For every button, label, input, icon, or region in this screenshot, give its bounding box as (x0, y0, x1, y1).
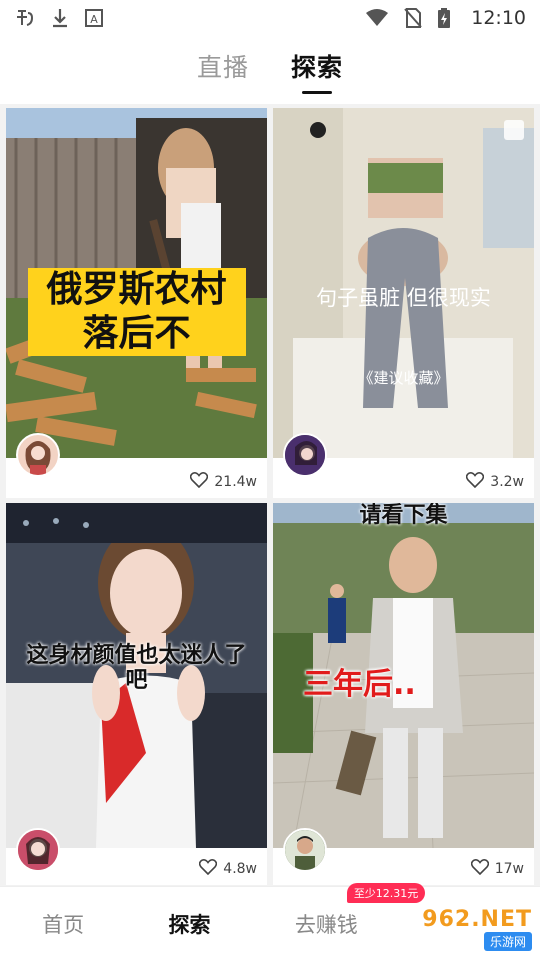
video-caption: 三年后.. (303, 667, 416, 702)
avatar[interactable] (16, 433, 60, 477)
video-card[interactable]: 这身材颜值也太迷人了吧 4.8w (6, 503, 267, 885)
video-thumbnail: 句子虽脏 但很现实 《建议收藏》 (273, 108, 534, 458)
heart-icon (466, 472, 485, 492)
video-subcaption: 《建议收藏》 (358, 369, 449, 387)
watermark-bottom-text: 乐游网 (483, 932, 532, 951)
wifi-icon (365, 8, 389, 28)
video-card[interactable]: 俄罗斯农村落后不 21.4w (6, 108, 267, 498)
video-top-caption: 请看下集 (359, 503, 448, 528)
like-count-text: 3.2w (490, 474, 524, 490)
nav-earn-money[interactable]: 去赚钱 至少12.31元 (294, 883, 426, 939)
video-thumbnail: 这身材颜值也太迷人了吧 (6, 503, 267, 848)
no-sim-icon (403, 7, 423, 29)
like-count: 21.4w (190, 472, 257, 492)
download-icon (50, 7, 70, 29)
video-caption: 俄罗斯农村落后不 (6, 268, 267, 356)
video-card[interactable]: 句子虽脏 但很现实 《建议收藏》 3.2w (273, 108, 534, 498)
site-watermark-logo: 962.NET 乐游网 (400, 904, 532, 954)
nav-home[interactable]: 首页 (42, 909, 84, 939)
svg-text:A: A (90, 13, 98, 26)
battery-charging-icon (437, 7, 451, 29)
video-thumbnail: 俄罗斯农村落后不 (6, 108, 267, 458)
avatar[interactable] (283, 433, 327, 477)
like-count-text: 17w (494, 861, 524, 877)
like-count-text: 4.8w (223, 861, 257, 877)
heart-icon (190, 472, 209, 492)
video-thumbnail: 请看下集 三年后.. (273, 503, 534, 848)
nav-earn-money-label: 去赚钱 (294, 913, 358, 937)
video-caption: 这身材颜值也太迷人了吧 (26, 643, 247, 694)
video-grid: 俄罗斯农村落后不 21.4w 句子虽脏 但很现实 《建议收藏》 3.2w 这身材… (0, 104, 540, 886)
font-icon: A (84, 8, 104, 28)
video-card[interactable]: 请看下集 三年后.. 17w (273, 503, 534, 885)
status-time: 12:10 (471, 7, 526, 29)
nav-explore[interactable]: 探索 (168, 909, 210, 939)
avatar[interactable] (283, 828, 327, 872)
like-count: 3.2w (466, 472, 524, 492)
video-caption: 句子虽脏 但很现实 (316, 286, 491, 310)
earn-badge: 至少12.31元 (346, 883, 426, 903)
heart-icon (199, 859, 218, 879)
top-tabs: 直播 探索 (0, 44, 540, 94)
tab-live[interactable]: 直播 (197, 44, 249, 84)
checkbox-icon[interactable] (504, 120, 524, 140)
status-left-icons: A (14, 7, 104, 29)
status-bar: A 12:10 (0, 0, 540, 36)
watermark-top-text: 962.NET (422, 907, 532, 932)
like-count: 4.8w (199, 859, 257, 879)
status-right-icons: 12:10 (365, 7, 526, 29)
tab-explore[interactable]: 探索 (291, 44, 343, 84)
avatar[interactable] (16, 828, 60, 872)
heart-icon (470, 859, 489, 879)
like-count: 17w (470, 859, 524, 879)
app-icon (14, 7, 36, 29)
like-count-text: 21.4w (214, 474, 257, 490)
